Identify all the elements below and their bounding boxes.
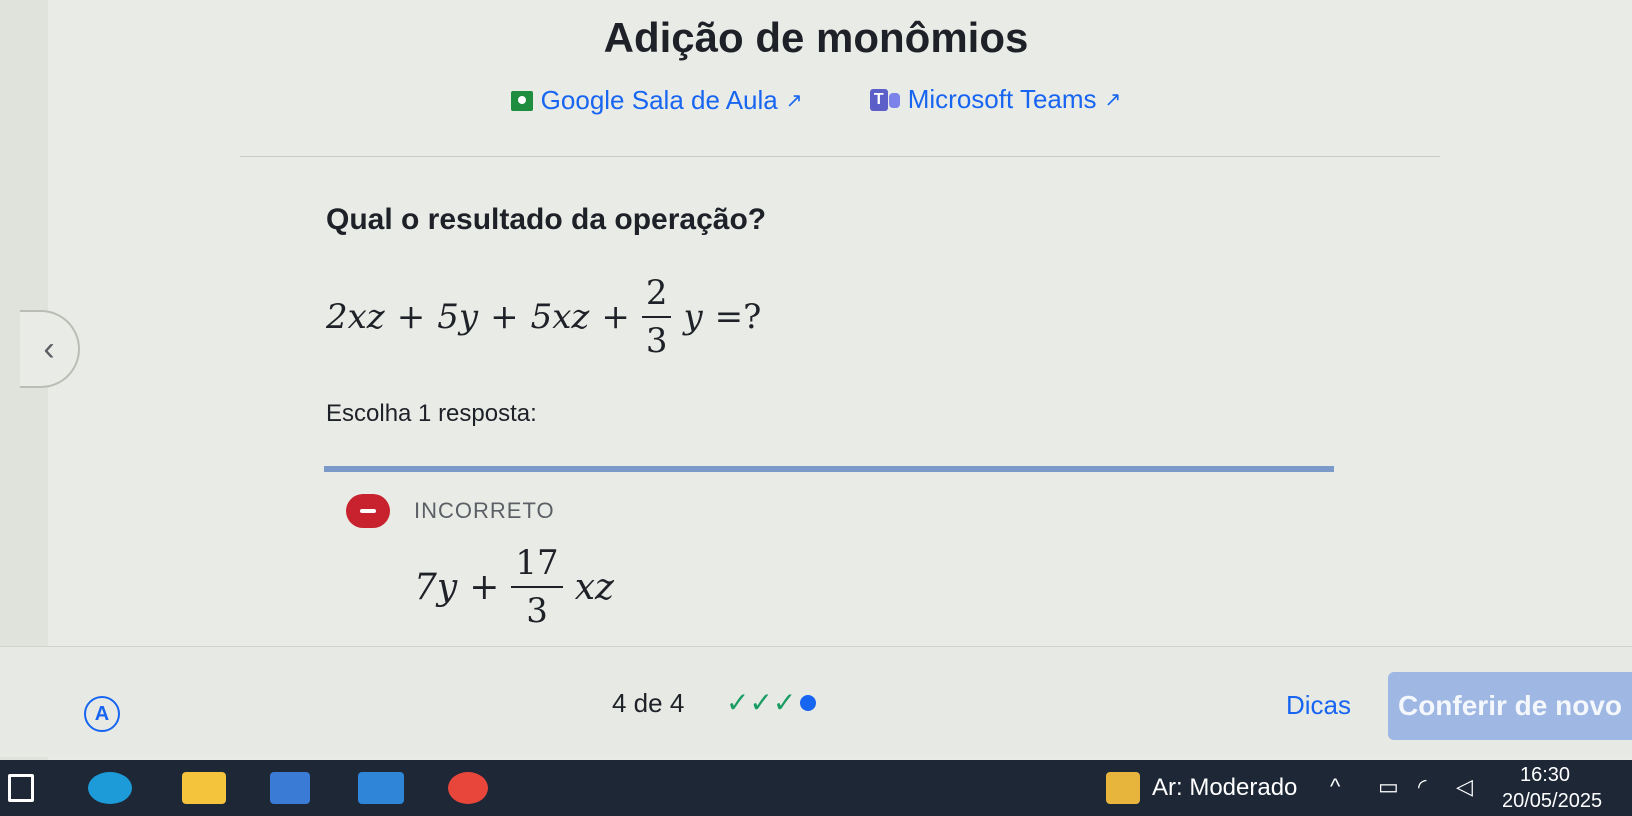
edge-icon[interactable] [88,772,132,804]
operator: + [490,297,519,337]
header-divider [240,156,1440,157]
fraction-denominator: 3 [526,591,548,631]
microsoft-teams-label: Microsoft Teams [907,84,1097,114]
hints-button[interactable]: Dicas [1286,690,1351,721]
volume-icon[interactable]: ◁ [1456,774,1473,800]
check-again-button[interactable]: Conferir de novo [1388,672,1632,740]
operator: + [601,297,630,337]
checkmark-icon: ✓✓✓ [726,687,797,718]
page-title: Adição de monômios [603,14,1029,61]
question-expression: 2xz + 5y + 5xz + 2 3 y =? [326,276,761,358]
status-label: INCORRETO [414,498,555,523]
term: 7y [414,566,458,608]
accessibility-icon[interactable]: A [84,696,120,732]
equals-question: =? [714,297,762,337]
fraction-numerator: 2 [645,273,668,313]
term: y [683,297,703,337]
battery-icon[interactable]: ▭ [1378,774,1399,800]
microsoft-teams-icon [869,88,900,111]
external-link-icon: ↗ [1104,89,1122,111]
weather-icon[interactable] [1106,772,1140,804]
taskbar: Ar: Moderado ^ ▭ ◜ ◁ 16:30 20/05/2025 [0,760,1632,816]
chevron-left-icon: ‹ [43,329,55,368]
wifi-icon[interactable]: ◜ [1418,774,1427,800]
clock-date[interactable]: 20/05/2025 [1502,790,1602,813]
selected-answer[interactable]: 7y + 17 3 xz [414,546,614,628]
term: 5y [437,297,479,337]
operator: + [396,297,426,337]
store-icon[interactable] [270,772,310,804]
google-classroom-label: Google Sala de Aula [540,85,778,115]
fraction: 17 3 [511,543,563,631]
google-classroom-link[interactable]: Google Sala de Aula ↗ [510,85,803,116]
file-explorer-icon[interactable] [182,772,226,804]
external-link-icon: ↗ [785,90,803,112]
term: xz [574,566,614,608]
current-dot-icon [800,694,817,711]
incorrect-icon [346,494,390,528]
progress-label: 4 de 4 [612,688,685,718]
result-status: INCORRETO [346,494,555,528]
exercise-page: Adição de monômios Google Sala de Aula ↗… [0,0,1632,760]
task-view-icon[interactable] [8,774,34,802]
previous-question-button[interactable]: ‹ [20,310,80,388]
question-prompt: Qual o resultado da operação? [326,203,767,236]
fraction-denominator: 3 [645,321,668,361]
term: 5xz [530,297,590,337]
microsoft-teams-link[interactable]: Microsoft Teams ↗ [869,84,1122,115]
air-quality-label[interactable]: Ar: Moderado [1152,774,1297,802]
chrome-icon[interactable] [448,772,488,804]
mail-icon[interactable] [358,772,404,804]
progress-indicator: ✓✓✓ [726,686,817,719]
clock-time[interactable]: 16:30 [1520,764,1570,787]
answer-divider [324,466,1334,472]
chevron-up-icon[interactable]: ^ [1330,774,1340,800]
choose-instruction: Escolha 1 resposta: [326,400,537,427]
fraction: 2 3 [641,273,672,361]
operator: + [469,566,500,608]
term: 2xz [326,297,385,337]
fraction-numerator: 17 [515,543,559,583]
google-classroom-icon [510,90,533,111]
header-links: Google Sala de Aula ↗ Microsoft Teams ↗ [0,84,1632,118]
